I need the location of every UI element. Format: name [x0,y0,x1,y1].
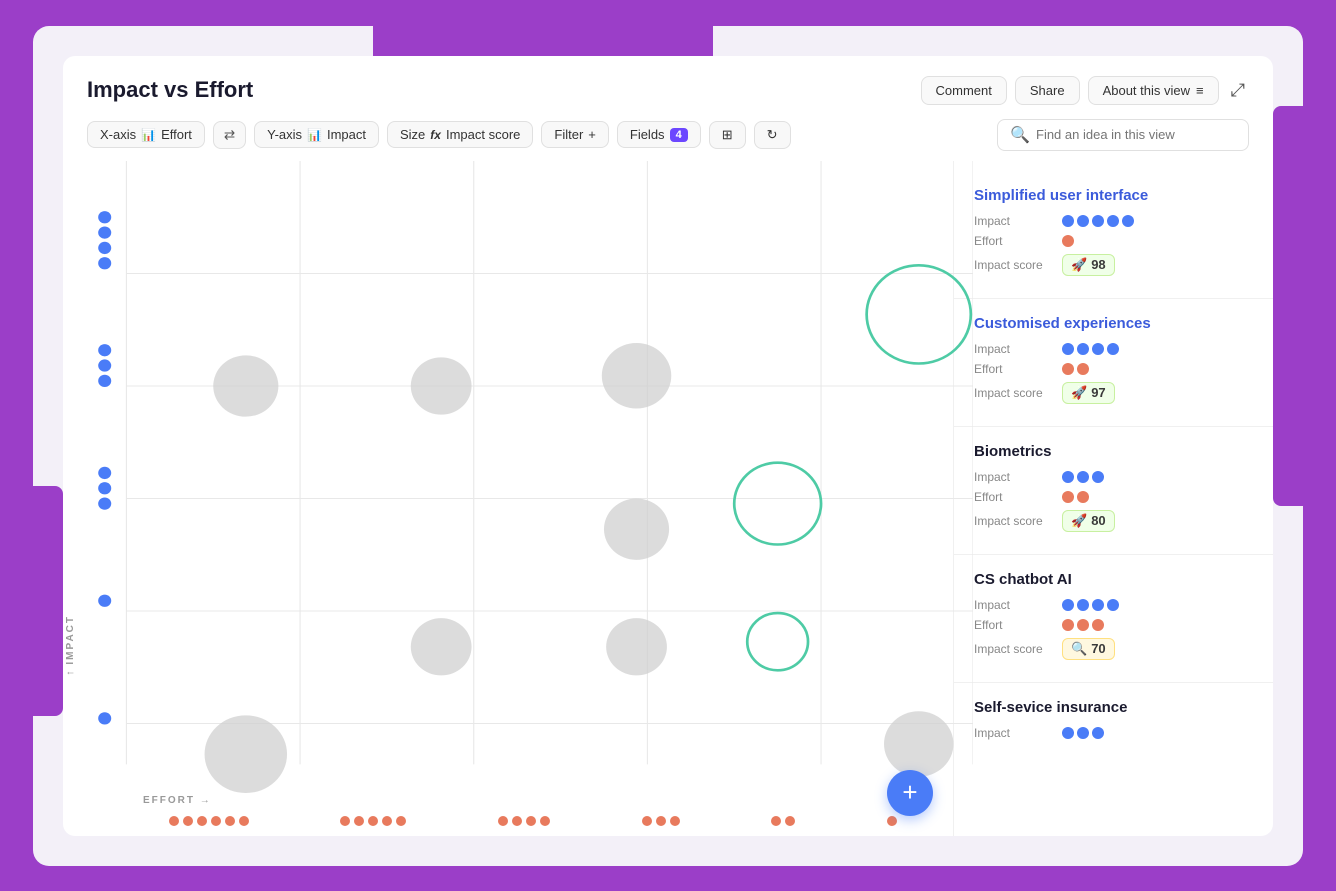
swap-button[interactable]: ⇄ [213,121,246,149]
score-badge-4: 🔍 70 [1062,638,1115,660]
feature-impact-row-4: Impact [974,598,1253,612]
filter-label: Filter [554,127,583,142]
feature-score-row-1: Impact score 🚀 98 [974,254,1253,276]
feature-title-3: Biometrics [974,443,1253,460]
header-actions: Comment Share About this view ≡ ⤢ [921,76,1250,105]
score-badge-2: 🚀 97 [1062,382,1115,404]
yaxis-button[interactable]: Y-axis 📊 Impact [254,121,379,148]
effort-group-4 [642,816,680,826]
sort-icon: ↻ [767,127,778,143]
page-title: Impact vs Effort [87,77,253,103]
bar-chart-icon-y: 📊 [307,128,322,142]
effort-dots-3 [1062,491,1089,503]
yaxis-label: Y-axis [267,127,302,142]
right-panel: Simplified user interface Impact Effort [953,161,1273,836]
search-icon: 🔍 [1010,125,1030,145]
impact-dots-1 [1062,215,1134,227]
effort-dots-4 [1062,619,1104,631]
size-value: Impact score [446,127,520,142]
feature-impact-row-2: Impact [974,342,1253,356]
comment-button[interactable]: Comment [921,76,1007,105]
feature-score-row-4: Impact score 🔍 70 [974,638,1253,660]
yaxis-value: Impact [327,127,366,142]
score-badge-3: 🚀 80 [1062,510,1115,532]
feature-effort-row-1: Effort [974,234,1253,248]
feature-card-4[interactable]: CS chatbot AI Impact Effort [954,555,1273,683]
feature-title-2: Customised experiences [974,315,1253,332]
scatter-chart: ↑ IMPACT EFFORT → [63,161,953,836]
effort-group-1 [169,816,249,826]
impact-dots-2 [1062,343,1119,355]
toolbar: X-axis 📊 Effort ⇄ Y-axis 📊 Impact Size f… [63,105,1273,161]
feature-title-5: Self-sevice insurance [974,699,1253,716]
expand-button[interactable]: ⤢ [1227,76,1249,105]
search-bar[interactable]: 🔍 [997,119,1249,151]
fx-icon: fx [430,128,441,142]
fields-button[interactable]: Fields 4 [617,121,701,148]
content-area: ↑ IMPACT EFFORT → [63,161,1273,836]
bar-chart-icon: 📊 [141,128,156,142]
effort-dots-1 [1062,235,1074,247]
about-view-button[interactable]: About this view ≡ [1088,76,1219,105]
share-button[interactable]: Share [1015,76,1080,105]
x-axis-label: EFFORT → [143,795,212,806]
feature-impact-row-3: Impact [974,470,1253,484]
xaxis-value: Effort [161,127,192,142]
feature-impact-row-1: Impact [974,214,1253,228]
effort-group-3 [498,816,550,826]
menu-lines-icon: ≡ [1196,83,1204,98]
feature-card-5[interactable]: Self-sevice insurance Impact [954,683,1273,762]
grid-icon: ⊞ [722,127,733,143]
feature-score-row-2: Impact score 🚀 97 [974,382,1253,404]
fields-badge: 4 [670,128,688,142]
feature-title-1: Simplified user interface [974,187,1253,204]
xaxis-label: X-axis [100,127,136,142]
search-input[interactable] [1036,127,1236,142]
add-button[interactable]: + [887,770,933,816]
impact-dots-4 [1062,599,1119,611]
impact-dots-5 [1062,727,1104,739]
effort-group-6 [887,816,897,826]
feature-card-3[interactable]: Biometrics Impact Effort [954,427,1273,555]
feature-card-2[interactable]: Customised experiences Impact Effort [954,299,1273,427]
size-button[interactable]: Size fx Impact score [387,121,533,148]
score-badge-1: 🚀 98 [1062,254,1115,276]
xaxis-button[interactable]: X-axis 📊 Effort [87,121,205,148]
y-axis-label: ↑ IMPACT [65,615,76,676]
page-header: Impact vs Effort Comment Share About thi… [63,56,1273,105]
grid-options-button[interactable]: ⊞ [709,121,746,149]
feature-effort-row-3: Effort [974,490,1253,504]
effort-group-2 [340,816,406,826]
feature-effort-row-2: Effort [974,362,1253,376]
filter-plus: + [588,127,596,142]
feature-effort-row-4: Effort [974,618,1253,632]
feature-card-1[interactable]: Simplified user interface Impact Effort [954,171,1273,299]
impact-dots-3 [1062,471,1104,483]
size-label: Size [400,127,425,142]
sort-button[interactable]: ↻ [754,121,791,149]
filter-button[interactable]: Filter + [541,121,608,148]
x-axis-dots [123,816,943,826]
feature-score-row-3: Impact score 🚀 80 [974,510,1253,532]
fields-label: Fields [630,127,665,142]
effort-group-5 [771,816,795,826]
effort-dots-2 [1062,363,1089,375]
feature-impact-row-5: Impact [974,726,1253,740]
feature-title-4: CS chatbot AI [974,571,1253,588]
